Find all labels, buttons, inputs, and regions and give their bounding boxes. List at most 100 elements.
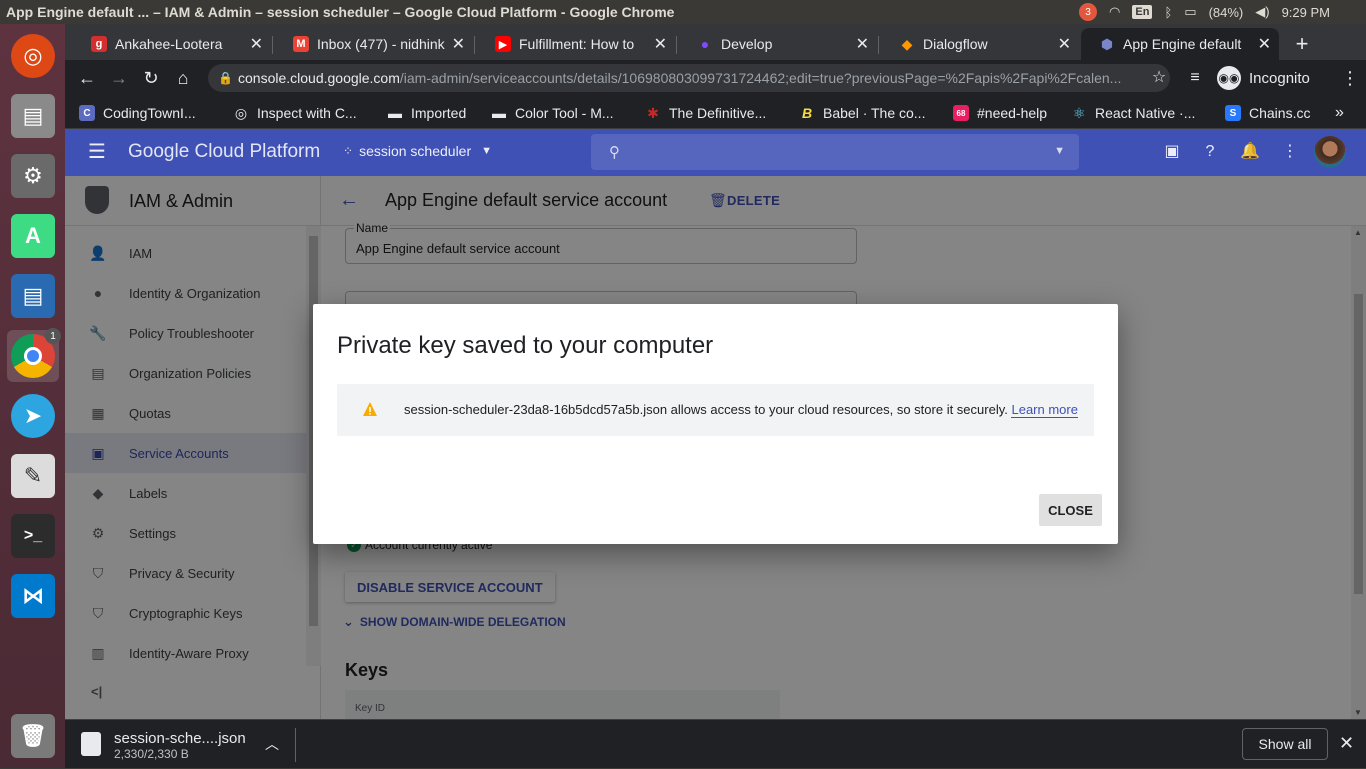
file-cabinet-icon: ▤ xyxy=(11,94,55,138)
trash-icon: 🗑 xyxy=(11,714,55,758)
tab-inbox[interactable]: M Inbox (477) - nidhink ✕ xyxy=(275,28,473,60)
bookmark-label: Color Tool - M... xyxy=(515,105,614,121)
bookmark-need-help[interactable]: 68 #need-help xyxy=(953,102,1047,124)
url-path: /iam-admin/serviceaccounts/details/10698… xyxy=(399,70,1122,86)
window-title: App Engine default ... – IAM & Admin – s… xyxy=(6,4,675,20)
launcher: ◎ ▤ ⚙ A ▤ 1 ➤ ✎ >_ ⋈ 🗑 xyxy=(0,24,65,768)
launcher-chrome-button[interactable]: 1 xyxy=(7,328,61,382)
gcp-header: ☰ Google Cloud Platform ⁘ session schedu… xyxy=(65,129,1366,176)
launcher-android-studio-button[interactable]: A xyxy=(7,210,59,262)
bookmark-label: Imported xyxy=(411,105,467,121)
project-selector[interactable]: ⁘ session scheduler ▼ xyxy=(343,143,492,159)
address-bar[interactable]: 🔒 console.cloud.google.com/iam-admin/ser… xyxy=(208,64,1170,92)
tab-close-icon[interactable]: ✕ xyxy=(856,34,869,54)
globe-icon: ◎ xyxy=(234,104,248,121)
launcher-writer-button[interactable]: ▤ xyxy=(7,270,59,322)
tab-close-icon[interactable]: ✕ xyxy=(1258,34,1271,54)
bookmark-label: Chains.cc xyxy=(1249,105,1311,121)
home-icon[interactable]: ⌂ xyxy=(171,66,195,90)
keyboard-layout-indicator[interactable]: En xyxy=(1132,5,1153,19)
bookmark-react-native[interactable]: ⚛ React Native ·... xyxy=(1071,102,1196,124)
bookmark-inspect[interactable]: ◎ Inspect with C... xyxy=(233,102,357,124)
back-arrow-icon[interactable]: ← xyxy=(75,66,99,90)
file-icon xyxy=(81,732,101,756)
reload-icon[interactable]: ↻ xyxy=(139,66,163,90)
launcher-ubuntu-button[interactable]: ◎ xyxy=(7,30,59,82)
avatar[interactable] xyxy=(1314,136,1346,168)
tab-label: Fulfillment: How to xyxy=(519,36,635,52)
tab-develop[interactable]: ● Develop ✕ xyxy=(679,28,877,60)
volume-icon[interactable]: ◀) xyxy=(1255,4,1269,20)
tab-label: Ankahee-Lootera xyxy=(115,36,223,52)
download-filename: session-sche....json xyxy=(114,730,246,747)
incognito-icon: ◉◉ xyxy=(1217,66,1241,90)
bookmark-favicon-icon: C xyxy=(79,105,95,121)
new-tab-plus-icon[interactable]: + xyxy=(1290,32,1314,56)
chevron-up-icon[interactable]: ︿ xyxy=(265,734,279,754)
chrome-menu-icon[interactable]: ⋮ xyxy=(1338,66,1362,90)
forward-arrow-icon[interactable]: → xyxy=(107,66,131,90)
url-host: console.cloud.google.com xyxy=(238,70,400,86)
search-input[interactable]: ⚲ ▼ xyxy=(591,134,1079,170)
launcher-text-editor-button[interactable]: ✎ xyxy=(7,450,59,502)
tab-divider xyxy=(474,36,475,54)
chains-favicon-icon: S xyxy=(1225,105,1241,121)
tab-label: Dialogflow xyxy=(923,36,988,52)
bookmarks-overflow-icon[interactable]: » xyxy=(1335,102,1344,124)
bookmark-star-icon[interactable]: ☆ xyxy=(1147,66,1171,90)
tab-close-icon[interactable]: ✕ xyxy=(250,34,263,54)
download-item[interactable]: session-sche....json 2,330/2,330 B ︿ xyxy=(65,720,295,769)
system-indicators: 3 ◠ En ᛒ ▭ (84%) ◀) 9:29 PM xyxy=(1079,0,1366,24)
launcher-vscode-button[interactable]: ⋈ xyxy=(7,570,59,622)
clock[interactable]: 9:29 PM xyxy=(1282,5,1330,20)
bluetooth-icon[interactable]: ᛒ xyxy=(1164,5,1172,20)
navigation-row: ← → ↻ ⌂ 🔒 console.cloud.google.com/iam-a… xyxy=(65,60,1366,96)
learn-more-link[interactable]: Learn more xyxy=(1011,402,1078,418)
tab-app-engine-active[interactable]: ⬢ App Engine default ✕ xyxy=(1081,28,1279,60)
launcher-files-button[interactable]: ▤ xyxy=(7,90,59,142)
launcher-telegram-button[interactable]: ➤ xyxy=(7,390,59,442)
notification-badge[interactable]: 3 xyxy=(1079,3,1098,21)
tab-ankahee-lootera[interactable]: g Ankahee-Lootera ✕ xyxy=(73,28,271,60)
cloud-shell-icon[interactable]: ▣ xyxy=(1162,142,1182,162)
browser-chrome: g Ankahee-Lootera ✕ M Inbox (477) - nidh… xyxy=(65,24,1366,129)
incognito-profile-button[interactable]: ◉◉ Incognito xyxy=(1217,66,1310,90)
project-dots-icon: ⁘ xyxy=(343,144,354,158)
help-icon[interactable]: ? xyxy=(1200,142,1220,162)
search-dropdown-caret-icon[interactable]: ▼ xyxy=(1054,145,1065,157)
tab-close-icon[interactable]: ✕ xyxy=(654,34,667,54)
gcp-brand[interactable]: Google Cloud Platform xyxy=(128,141,320,163)
tab-label: Develop xyxy=(721,36,773,52)
react-icon: ⚛ xyxy=(1072,104,1086,121)
media-queue-icon[interactable]: ≡ xyxy=(1183,66,1207,90)
tab-close-icon[interactable]: ✕ xyxy=(1058,34,1071,54)
close-button[interactable]: CLOSE xyxy=(1039,494,1102,526)
assistant-icon: ● xyxy=(700,36,710,52)
bookmark-codingtown[interactable]: C CodingTownI... xyxy=(79,102,196,124)
babel-icon: B xyxy=(801,105,813,121)
tab-close-icon[interactable]: ✕ xyxy=(452,34,465,54)
more-vert-icon[interactable]: ⋮ xyxy=(1280,142,1300,162)
bookmark-babel[interactable]: B Babel · The co... xyxy=(799,102,926,124)
bookmark-label: Babel · The co... xyxy=(823,105,926,121)
tab-dialogflow[interactable]: ◆ Dialogflow ✕ xyxy=(881,28,1079,60)
asterisk-favicon-icon: ✱ xyxy=(647,104,659,121)
launcher-settings-button[interactable]: ⚙ xyxy=(7,150,59,202)
wifi-icon[interactable]: ◠ xyxy=(1109,4,1120,20)
hamburger-menu-icon[interactable]: ☰ xyxy=(87,142,107,162)
bookmark-folder-imported[interactable]: ▬ Imported xyxy=(387,102,466,124)
close-download-shelf-icon[interactable]: ✕ xyxy=(1339,733,1354,754)
launcher-trash-button[interactable]: 🗑 xyxy=(7,710,59,762)
tab-divider xyxy=(878,36,879,54)
bookmark-folder-color-tool[interactable]: ▬ Color Tool - M... xyxy=(491,102,614,124)
notifications-bell-icon[interactable]: 🔔 xyxy=(1240,142,1260,162)
tab-label: App Engine default xyxy=(1123,36,1242,52)
folder-icon: ▬ xyxy=(492,105,506,121)
bookmark-chains[interactable]: S Chains.cc xyxy=(1225,102,1310,124)
show-all-downloads-button[interactable]: Show all xyxy=(1242,728,1328,760)
bookmark-label: CodingTownI... xyxy=(103,105,196,121)
battery-icon[interactable]: ▭ xyxy=(1184,4,1196,20)
bookmark-definitive[interactable]: ✱ The Definitive... xyxy=(645,102,766,124)
launcher-terminal-button[interactable]: >_ xyxy=(7,510,59,562)
tab-fulfillment[interactable]: ▶ Fulfillment: How to ✕ xyxy=(477,28,675,60)
